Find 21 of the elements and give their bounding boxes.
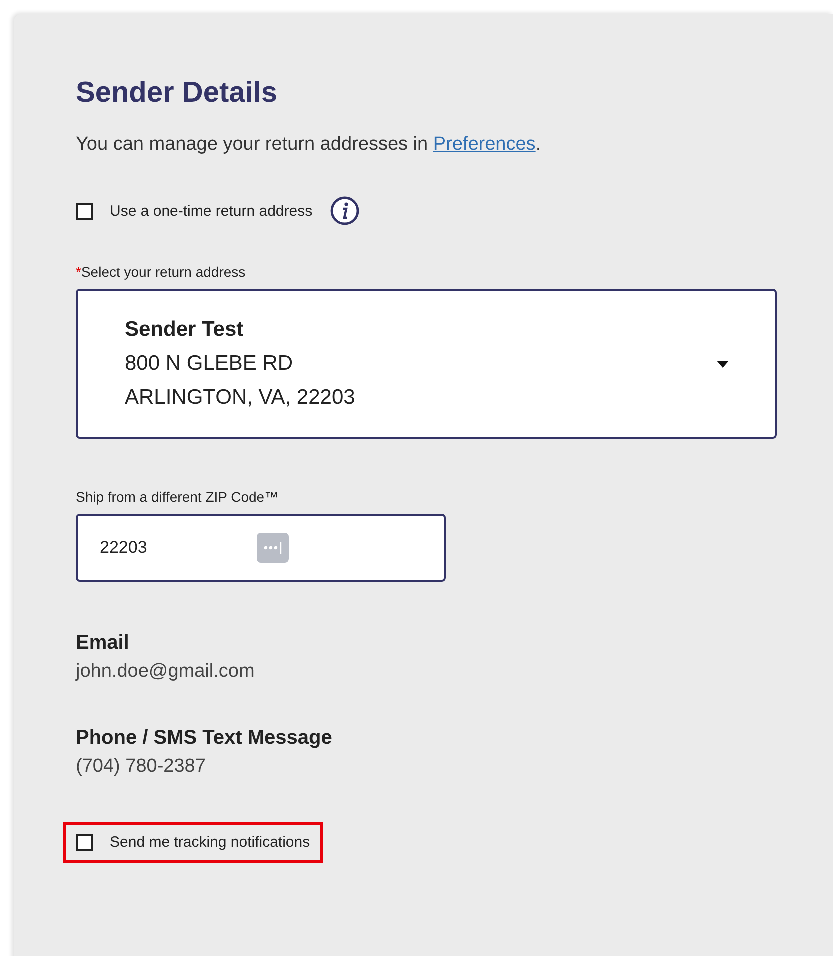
checkbox[interactable] [76, 202, 93, 220]
contact-label: Email [76, 632, 130, 655]
intro-text: You can manage your return addresses in Preferences. [76, 134, 542, 156]
caret-icon [717, 360, 729, 368]
address-dropdown[interactable]: Sender Test 800 N GLEBE RD ARLINGTON, VA, 22203 [76, 289, 777, 439]
contact-value: john.doe@gmail.com [76, 661, 256, 683]
field-label: *Select your return address [76, 264, 247, 280]
info-icon[interactable] [330, 196, 360, 226]
checkbox-label: Send me tracking notifications [110, 834, 310, 851]
checkbox-label: Use a one-time return address [110, 202, 313, 220]
sender-name: Sender Test [125, 317, 245, 343]
zip-input-field[interactable]: 22203 [76, 514, 446, 582]
address-line: 800 N GLEBE RD [125, 351, 294, 377]
checkbox[interactable] [76, 834, 93, 851]
zip-value: 22203 [100, 538, 148, 558]
contact-label: Phone / SMS Text Message [76, 727, 334, 750]
address-line: ARLINGTON, VA, 22203 [125, 385, 356, 411]
contact-value: (704) 780-2387 [76, 756, 207, 778]
preferences-link[interactable]: Preferences [433, 134, 536, 155]
section-title: Sender Details [76, 77, 278, 110]
field-label: Ship from a different ZIP Code™ [76, 489, 280, 505]
